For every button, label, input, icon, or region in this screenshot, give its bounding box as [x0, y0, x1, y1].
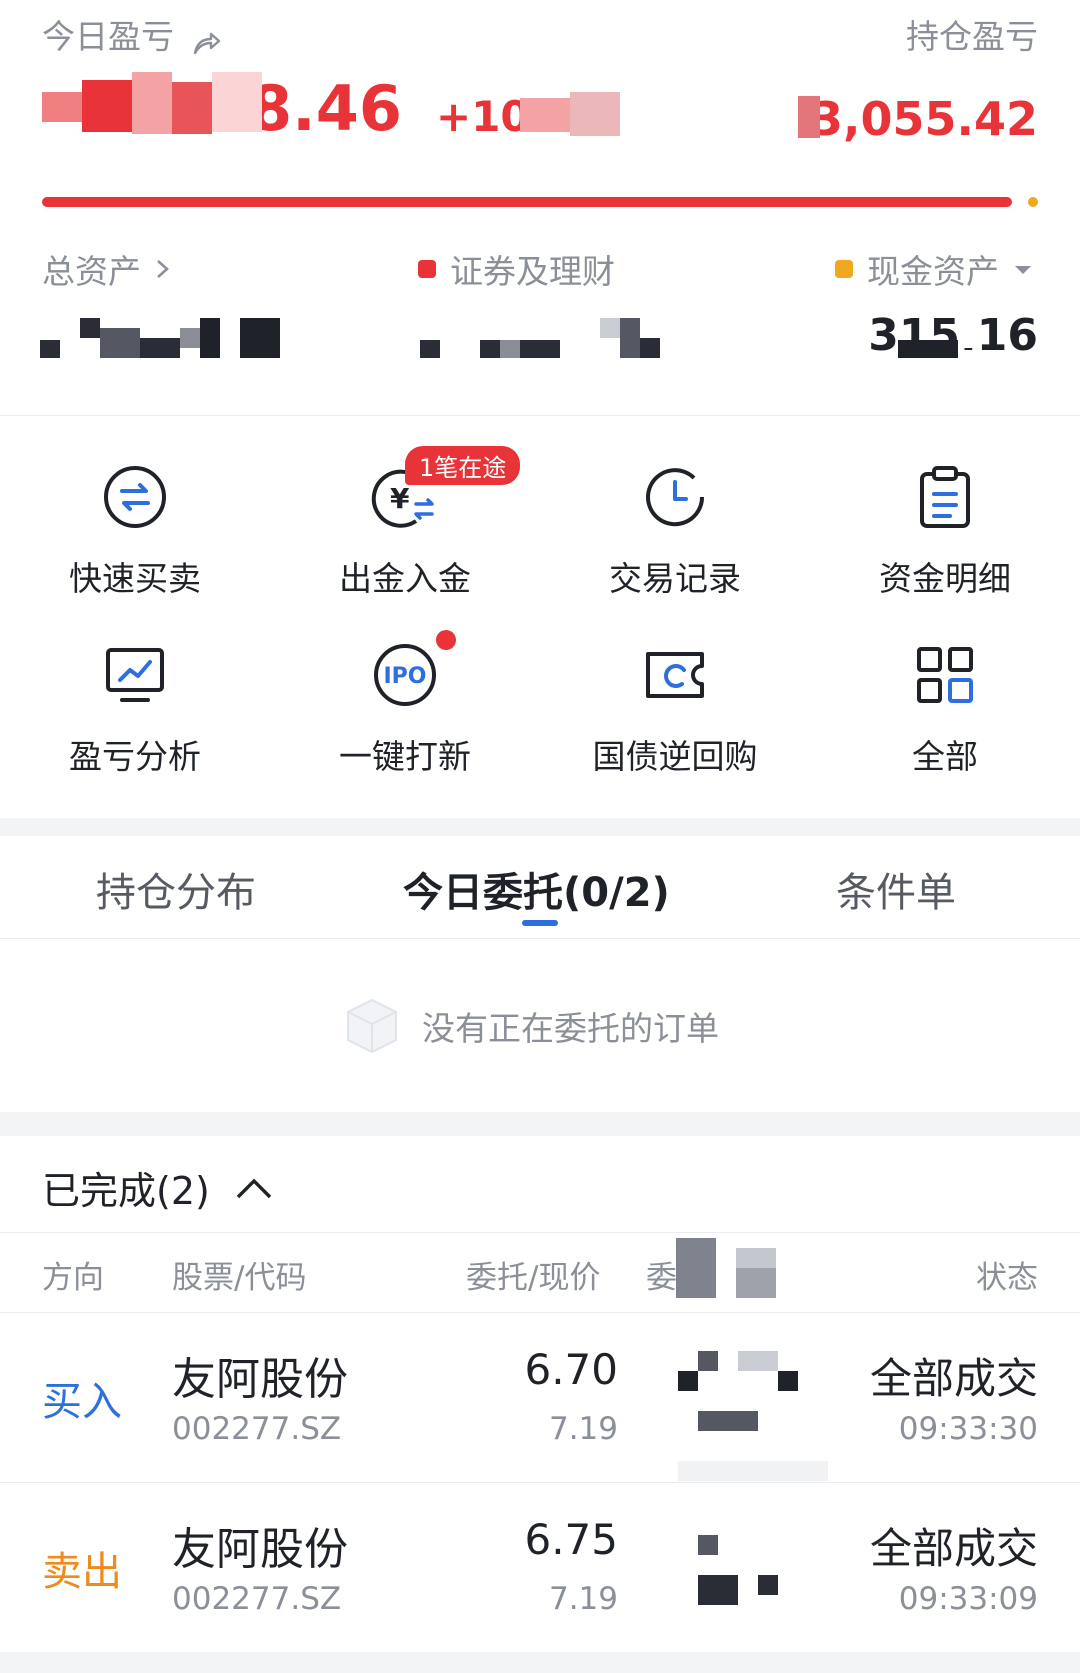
grid-icon — [810, 640, 1080, 710]
chevron-up-icon — [236, 1178, 272, 1198]
monitor-chart-icon — [0, 640, 270, 710]
col-header-status: 状态 — [976, 1260, 1038, 1296]
grid-item-label: 出金入金 — [339, 559, 471, 598]
ipo-icon: IPO — [270, 640, 540, 710]
grid-item-5[interactable]: 盈亏分析 — [0, 640, 270, 800]
holding-pl-label: 持仓盈亏 — [906, 17, 1038, 56]
current-price: 7.19 — [548, 1411, 618, 1447]
chevron-right-icon — [157, 260, 169, 278]
order-price: 6.70 — [524, 1345, 618, 1394]
order-status: 全部成交 — [869, 1354, 1038, 1403]
holding-pl-value: 3,055.42 — [811, 92, 1038, 142]
active-tab-indicator — [522, 920, 558, 926]
securities-label: 证券及理财 — [450, 252, 615, 291]
empty-state: 没有正在委托的订单 — [344, 996, 719, 1056]
pl-ratio-red-segment — [42, 197, 1012, 207]
svg-text:¥: ¥ — [390, 482, 410, 515]
new-dot-indicator — [436, 630, 456, 650]
securities-label-row: 证券及理财 — [418, 245, 615, 293]
caret-down-icon — [1015, 266, 1031, 274]
empty-box-icon — [347, 998, 397, 1054]
stock-code: 002277.SZ — [172, 1581, 342, 1617]
grid-item-label: 资金明细 — [879, 559, 1011, 598]
total-assets-value-mosaic — [40, 318, 290, 358]
qty-header-mosaic — [676, 1228, 796, 1298]
completed-title: 已完成(2) — [42, 1169, 210, 1213]
col-header-stock: 股票/代码 — [172, 1260, 307, 1296]
today-pl-pct-mosaic — [520, 92, 620, 136]
col-header-direction: 方向 — [42, 1260, 104, 1296]
in-transit-badge: 1笔在途 — [405, 446, 521, 485]
col-header-price: 委托/现价 — [466, 1260, 601, 1296]
clipboard-icon — [810, 462, 1080, 532]
grid-item-6[interactable]: IPO 一键打新 — [270, 630, 540, 800]
qty-mosaic — [678, 1351, 828, 1481]
direction-buy: 买入 — [42, 1379, 122, 1425]
grid-item-label: 国债逆回购 — [592, 737, 758, 776]
stock-name: 友阿股份 — [172, 1524, 348, 1575]
securities-value-mosaic — [420, 318, 660, 358]
order-time: 09:33:09 — [898, 1581, 1038, 1617]
svg-text:IPO: IPO — [383, 664, 426, 689]
grid-item-label: 盈亏分析 — [69, 737, 201, 776]
grid-item-8[interactable]: 全部 — [810, 640, 1080, 800]
order-status: 全部成交 — [869, 1524, 1038, 1573]
grid-item-label: 全部 — [912, 737, 978, 776]
order-row[interactable]: 买入 友阿股份 002277.SZ 6.70 7.19 全部成交 09:33:3… — [0, 1313, 1080, 1481]
clock-icon — [540, 462, 810, 532]
today-pl-header[interactable]: 今日盈亏 — [42, 10, 223, 61]
total-assets-label: 总资产 — [42, 252, 141, 291]
ticket-icon — [540, 640, 810, 710]
direction-sell: 卖出 — [42, 1549, 122, 1595]
securities-legend-swatch — [418, 260, 436, 278]
grid-item-2[interactable]: ¥ 出金入金 1笔在途 — [270, 446, 540, 622]
tab-holdings[interactable]: 持仓分布 — [96, 860, 256, 918]
section-separator-2 — [0, 1112, 1080, 1136]
pl-ratio-bar — [42, 197, 1038, 207]
cash-legend-swatch — [835, 260, 853, 278]
completed-toggle[interactable]: 已完成(2) — [42, 1160, 276, 1215]
cash-value-mosaic — [898, 328, 978, 358]
grid-item-7[interactable]: 国债逆回购 — [540, 640, 810, 800]
qty-mosaic — [698, 1535, 798, 1635]
stock-name: 友阿股份 — [172, 1354, 348, 1405]
section-separator — [0, 818, 1080, 836]
stock-code: 002277.SZ — [172, 1411, 342, 1447]
tab-conditional-orders[interactable]: 条件单 — [836, 860, 956, 918]
grid-item-1[interactable]: 快速买卖 — [0, 462, 270, 622]
swap-icon — [0, 462, 270, 532]
order-price: 6.75 — [524, 1515, 618, 1564]
bottom-band — [0, 1652, 1080, 1673]
grid-item-label: 快速买卖 — [69, 559, 201, 598]
pl-ratio-gold-dot — [1028, 197, 1038, 207]
today-pl-label: 今日盈亏 — [42, 17, 174, 56]
share-icon[interactable] — [189, 27, 223, 61]
holding-pl-mosaic — [798, 96, 820, 138]
tab-today-orders[interactable]: 今日委托(0/2) — [403, 860, 670, 918]
grid-item-label: 交易记录 — [609, 559, 741, 598]
total-assets-link[interactable]: 总资产 — [42, 245, 175, 293]
grid-item-label: 一键打新 — [339, 737, 471, 776]
order-row[interactable]: 卖出 友阿股份 002277.SZ 6.75 7.19 全部成交 09:33:0… — [0, 1483, 1080, 1651]
cash-assets-dropdown[interactable]: 现金资产 — [835, 245, 1035, 293]
empty-message: 没有正在委托的订单 — [422, 1009, 719, 1048]
cash-label: 现金资产 — [867, 252, 999, 291]
current-price: 7.19 — [548, 1581, 618, 1617]
grid-item-4[interactable]: 资金明细 — [810, 462, 1080, 622]
order-time: 09:33:30 — [898, 1411, 1038, 1447]
grid-item-3[interactable]: 交易记录 — [540, 462, 810, 622]
today-pl-mosaic — [42, 72, 262, 142]
